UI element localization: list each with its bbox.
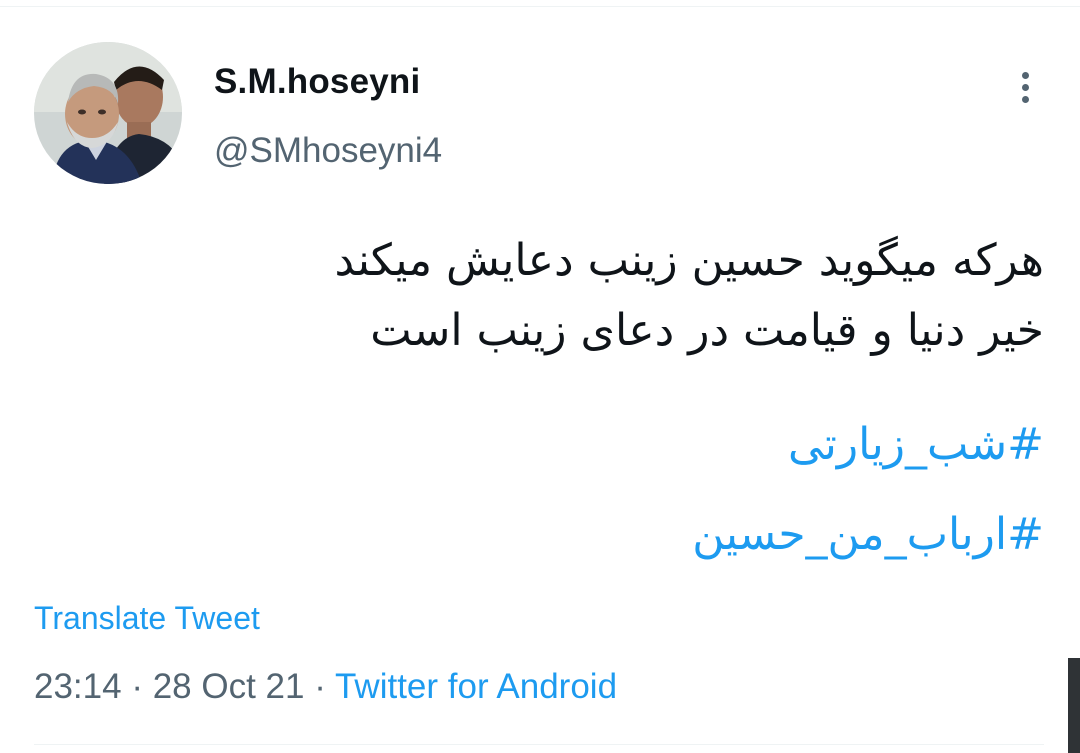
avatar[interactable] [34,42,182,184]
tweet-metadata: 23:14 · 28 Oct 21 · Twitter for Android [34,667,617,707]
tweet-text: هرکه میگوید حسین زینب دعایش میکند خیر دن… [144,226,1044,366]
display-name[interactable]: S.M.hoseyni [214,62,420,102]
user-handle[interactable]: @SMhoseyni4 [214,131,442,171]
tweet-text-line: خیر دنیا و قیامت در دعای زینب است [370,305,1044,356]
more-vertical-icon [1021,83,1029,91]
more-vertical-icon [1021,95,1029,103]
meta-separator: · [314,667,326,706]
more-options-button[interactable] [1006,64,1044,110]
tweet-source-link[interactable]: Twitter for Android [335,667,617,706]
scrollbar-thumb[interactable] [1068,658,1080,753]
tweet-date[interactable]: 28 Oct 21 [153,667,305,706]
bottom-divider [34,744,1044,745]
hashtag-list: #شب_زیارتی #ارباب_من_حسین [144,400,1044,580]
meta-separator: · [131,667,143,706]
avatar-photo [34,42,182,184]
translate-tweet-link[interactable]: Translate Tweet [34,600,260,637]
tweet-time[interactable]: 23:14 [34,667,122,706]
more-vertical-icon [1021,71,1029,79]
tweet-text-line: هرکه میگوید حسین زینب دعایش میکند [334,235,1044,286]
hashtag-link[interactable]: #ارباب_من_حسین [144,490,1044,580]
hashtag-link[interactable]: #شب_زیارتی [144,400,1044,490]
top-divider [0,6,1080,7]
